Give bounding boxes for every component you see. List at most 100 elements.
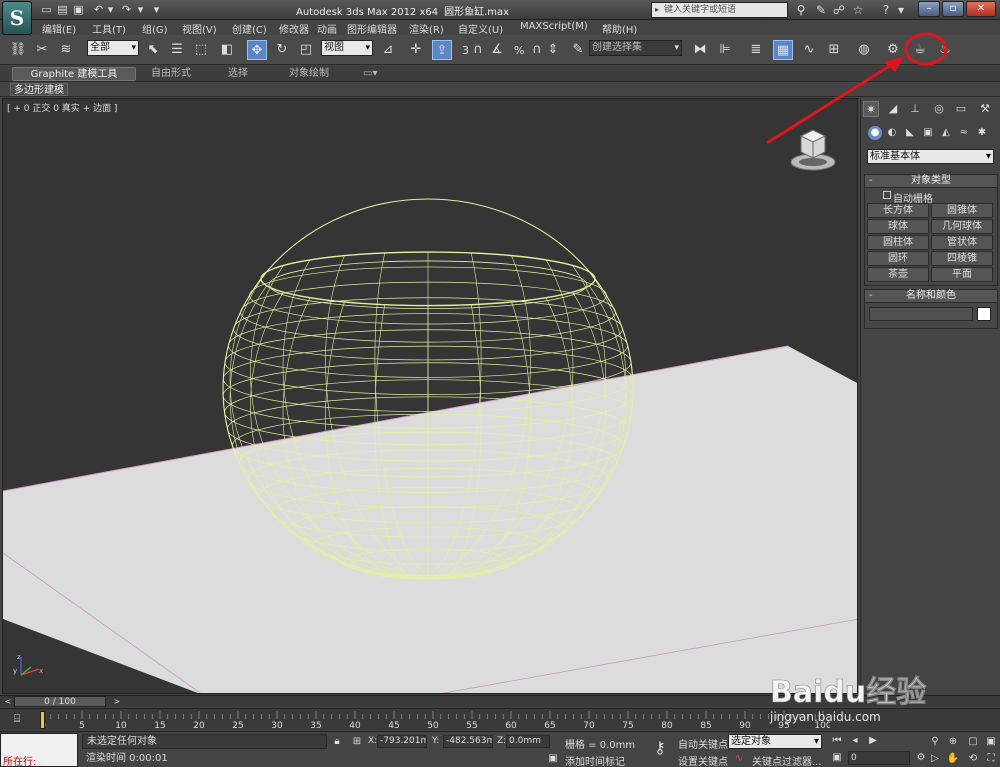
redo-icon[interactable]: ↷: [120, 3, 133, 16]
select-link-icon[interactable]: ⛓: [8, 40, 28, 60]
redo-dropdown-icon[interactable]: ▾: [134, 3, 147, 16]
sphere-button[interactable]: 球体: [867, 219, 929, 234]
angle-snap-icon[interactable]: ∡: [487, 40, 507, 60]
binoculars-icon[interactable]: ⚲: [793, 2, 809, 18]
perspective-viewport[interactable]: [ + 0 正交 0 真实 + 边面 ] z x y: [2, 98, 858, 694]
open-icon[interactable]: ▤: [56, 3, 69, 16]
menu-group[interactable]: 组(G): [142, 21, 168, 36]
quick-access-dropdown-icon[interactable]: ▾: [150, 3, 163, 16]
scale-icon[interactable]: ◰: [296, 40, 316, 60]
geometry-icon[interactable]: ●: [868, 126, 882, 140]
cameras-icon[interactable]: ▣: [921, 126, 935, 140]
minimize-button[interactable]: –: [918, 1, 940, 17]
tab-freeform[interactable]: 自由形式: [151, 67, 191, 81]
ref-coord-select[interactable]: 视图: [321, 40, 373, 56]
curve-editor-icon[interactable]: ∿: [799, 40, 819, 60]
rotate-icon[interactable]: ↻: [272, 40, 292, 60]
key-mode-toggle-icon[interactable]: ▣: [830, 751, 844, 765]
systems-icon[interactable]: ✱: [975, 126, 989, 140]
named-selection-select[interactable]: 创建选择集: [589, 40, 682, 56]
teapot-button[interactable]: 茶壶: [867, 267, 929, 282]
display-tab-icon[interactable]: ▭: [953, 101, 969, 117]
close-button[interactable]: ✕: [966, 1, 996, 17]
snap-magnet-icon[interactable]: ∩: [468, 40, 488, 60]
graphite-toggle-icon[interactable]: ▦: [773, 40, 793, 60]
keyboard-shortcut-icon[interactable]: ⇪: [432, 40, 452, 60]
mini-curve-editor-icon[interactable]: ⌸: [8, 712, 26, 726]
create-tab-icon[interactable]: ✷: [863, 101, 879, 117]
menu-animation[interactable]: 动画: [317, 21, 337, 36]
favorites-icon[interactable]: ☆: [850, 2, 866, 18]
mirror-icon[interactable]: ⧓: [690, 40, 710, 60]
bind-spacewarp-icon[interactable]: ≋: [56, 40, 76, 60]
zoom-all-icon[interactable]: ⊕: [946, 735, 960, 749]
zoom-icon[interactable]: ⚲: [928, 735, 942, 749]
menu-edit[interactable]: 编辑(E): [42, 21, 76, 36]
cone-button[interactable]: 圆锥体: [931, 203, 993, 218]
subscription-icon[interactable]: ✎: [813, 2, 829, 18]
lights-icon[interactable]: ◣: [903, 126, 917, 140]
pan-icon[interactable]: ✋: [946, 752, 960, 766]
menu-modifiers[interactable]: 修改器: [279, 21, 309, 36]
spinner-snap-icon[interactable]: ⇕: [543, 40, 563, 60]
menu-graph-editors[interactable]: 图形编辑器: [347, 21, 397, 36]
window-crossing-icon[interactable]: ◧: [217, 40, 237, 60]
orbit-icon[interactable]: ⟲: [966, 752, 980, 766]
current-frame-field[interactable]: 0: [848, 751, 910, 765]
y-coordinate-field[interactable]: -482.563m: [443, 735, 493, 748]
cylinder-button[interactable]: 圆柱体: [867, 235, 929, 250]
key-icon[interactable]: ⚷: [648, 738, 672, 758]
rollout-header[interactable]: - 名称和颜色: [865, 290, 997, 303]
menu-rendering[interactable]: 渲染(R): [409, 21, 444, 36]
layer-icon[interactable]: ≣: [746, 40, 766, 60]
lock-icon[interactable]: 🔒︎: [330, 735, 344, 749]
time-slider-thumb[interactable]: 0 / 100: [14, 696, 106, 707]
tab-object-paint[interactable]: 对象绘制: [289, 67, 329, 81]
tab-graphite-modeling[interactable]: Graphite 建模工具: [12, 67, 136, 81]
schematic-icon[interactable]: ⊞: [824, 40, 844, 60]
maximize-viewport-icon[interactable]: ⛶: [984, 752, 998, 766]
rollout-header[interactable]: - 对象类型: [865, 175, 997, 188]
time-tag-icon[interactable]: ▣: [546, 752, 560, 766]
goto-start-icon[interactable]: ⏮: [830, 734, 844, 748]
menu-help[interactable]: 帮助(H): [602, 21, 637, 36]
render-setup-icon[interactable]: ⚙: [883, 40, 903, 60]
app-logo-icon[interactable]: S: [2, 1, 32, 35]
unlink-icon[interactable]: ✂: [32, 40, 52, 60]
object-color-swatch[interactable]: [977, 307, 991, 321]
select-object-icon[interactable]: ⬉: [143, 40, 163, 60]
rendered-frame-icon[interactable]: ☕: [910, 40, 930, 60]
pivot-icon[interactable]: ⊿: [378, 40, 398, 60]
save-icon[interactable]: ▣: [72, 3, 85, 16]
move-icon[interactable]: ✥: [247, 40, 267, 60]
pyramid-button[interactable]: 四棱锥: [931, 251, 993, 266]
tab-selection[interactable]: 选择: [228, 67, 248, 81]
plane-button[interactable]: 平面: [931, 267, 993, 282]
menu-create[interactable]: 创建(C): [232, 21, 267, 36]
track-ruler[interactable]: 0510152025303540455055606570758085909510…: [40, 709, 830, 731]
zoom-extents-icon[interactable]: ▢: [966, 735, 980, 749]
rect-region-icon[interactable]: ⬚: [191, 40, 211, 60]
select-by-name-icon[interactable]: ☰: [167, 40, 187, 60]
viewcube[interactable]: [783, 124, 843, 172]
time-slider[interactable]: < 0 / 100 >: [0, 695, 1000, 707]
undo-dropdown-icon[interactable]: ▾: [104, 3, 117, 16]
menu-customize[interactable]: 自定义(U): [458, 21, 503, 36]
time-next-icon[interactable]: >: [112, 696, 122, 707]
object-name-field[interactable]: [869, 307, 973, 321]
key-filters-button[interactable]: 关键点过滤器...: [752, 753, 822, 767]
render-icon[interactable]: ♨: [935, 40, 955, 60]
add-time-tag[interactable]: 添加时间标记: [565, 753, 625, 767]
utilities-tab-icon[interactable]: ⚒: [977, 101, 993, 117]
category-select[interactable]: 标准基本体: [867, 149, 994, 164]
current-frame-marker[interactable]: [40, 711, 45, 729]
menu-maxscript[interactable]: MAXScript(M): [520, 21, 588, 32]
prev-frame-icon[interactable]: ◂: [848, 734, 862, 748]
menu-views[interactable]: 视图(V): [182, 21, 217, 36]
geosphere-button[interactable]: 几何球体: [931, 219, 993, 234]
edit-named-sel-icon[interactable]: ✎: [568, 40, 588, 60]
communication-icon[interactable]: ☍: [831, 2, 847, 18]
box-button[interactable]: 长方体: [867, 203, 929, 218]
restore-button[interactable]: ▫: [942, 1, 964, 17]
maxscript-mini-listener[interactable]: 所在行:: [0, 733, 78, 767]
